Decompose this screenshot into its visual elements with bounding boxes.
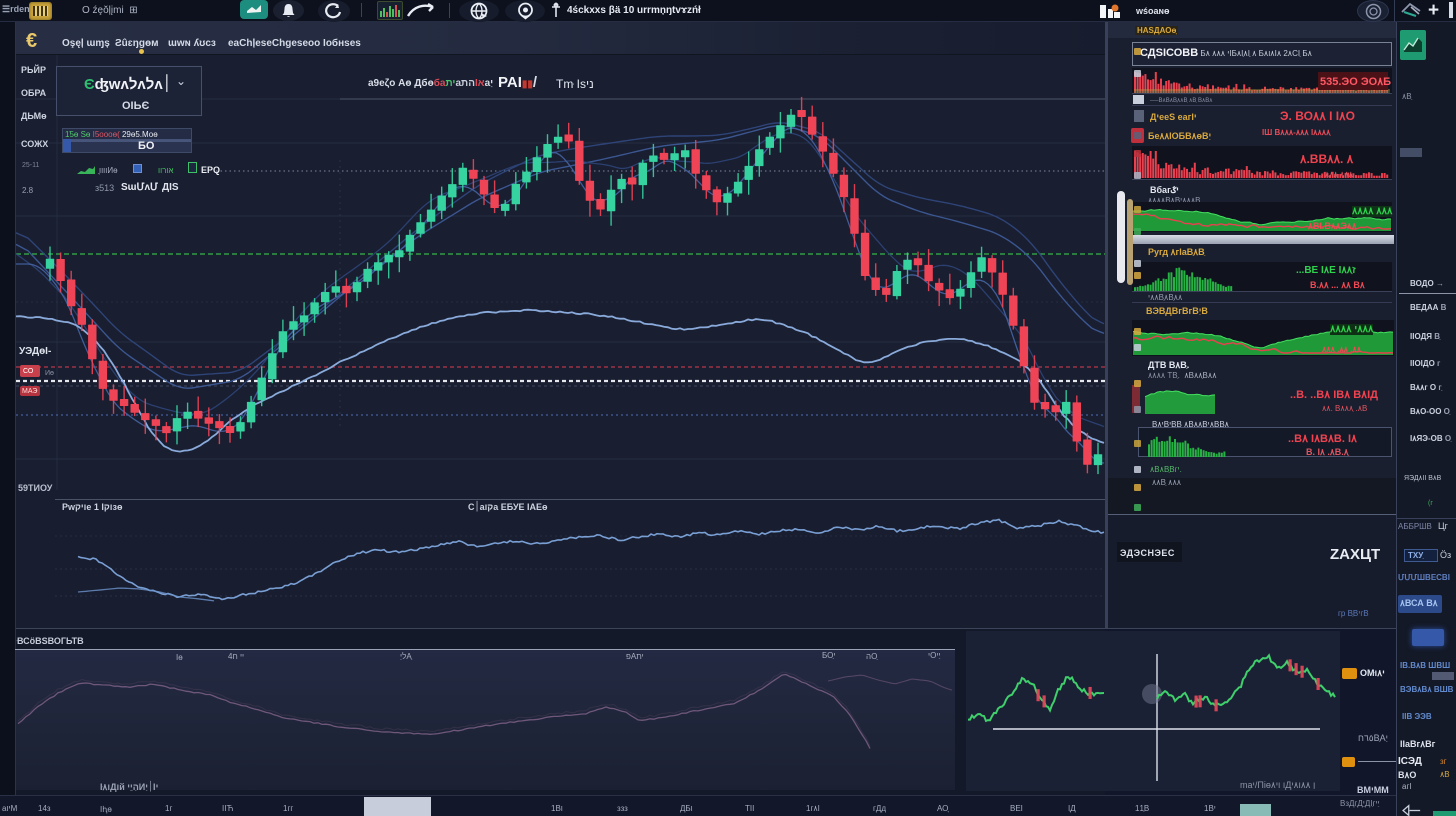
svg-text:mаי/Піөו וי٨Дוַ ٨٨ו٨י: mаי/Піөו וי٨Дוַ ٨٨ו٨י — [1240, 780, 1315, 790]
